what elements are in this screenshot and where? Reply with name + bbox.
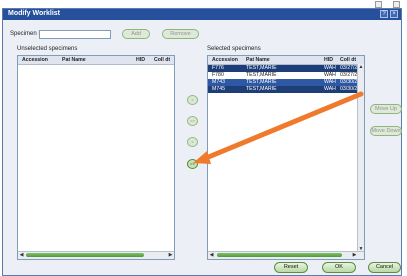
title-bar: Modify Worklist ? × <box>3 9 401 20</box>
move-left-icon[interactable]: < <box>187 137 198 147</box>
cell-pat-name: TEST,MARIE <box>246 65 277 71</box>
scroll-left-icon[interactable]: ◀ <box>209 252 214 258</box>
cell-hid: WAH <box>324 65 336 71</box>
move-up-button[interactable]: Move Up <box>370 104 402 114</box>
selected-specimens-list[interactable]: Accession Pat Name HID Coll dt F776 TEST… <box>207 55 365 260</box>
cell-pat-name: TEST,MARIE <box>246 72 277 78</box>
dialog-title: Modify Worklist <box>8 10 60 17</box>
cell-pat-name: TEST,MARIE <box>246 86 277 92</box>
column-header-coll-dt[interactable]: Coll dt <box>340 57 356 63</box>
cell-accession: F776 <box>212 65 224 71</box>
selected-horizontal-scrollbar[interactable]: ◀ ▶ <box>208 251 364 259</box>
table-row[interactable]: M743 TEST,MARIE WAH 03/30/20 <box>208 79 364 86</box>
selected-vertical-scrollbar[interactable]: ▲ ▼ <box>357 64 364 252</box>
scroll-right-icon[interactable]: ▶ <box>168 252 173 258</box>
cell-accession: F780 <box>212 72 224 78</box>
move-right-icon[interactable]: > <box>187 95 198 105</box>
column-header-hid[interactable]: HID <box>324 57 333 63</box>
remove-button[interactable]: Remove <box>162 29 199 39</box>
scrollbar-thumb[interactable] <box>217 253 342 257</box>
cell-hid: WAH <box>324 72 336 78</box>
cell-hid: WAH <box>324 86 336 92</box>
move-all-left-icon[interactable]: << <box>187 159 198 169</box>
column-header-accession[interactable]: Accession <box>212 57 238 63</box>
cell-accession: M745 <box>212 86 225 92</box>
move-all-right-icon[interactable]: >> <box>187 116 198 126</box>
background-window-button <box>393 1 400 8</box>
reset-button[interactable]: Reset <box>274 262 308 273</box>
specimen-id-input[interactable] <box>39 30 111 39</box>
column-header-accession[interactable]: Accession <box>22 57 48 63</box>
close-icon[interactable]: × <box>390 10 398 18</box>
background-window-strip <box>0 0 407 8</box>
add-button[interactable]: Add <box>122 29 150 39</box>
modify-worklist-dialog: Modify Worklist ? × Specimen ID Add Remo… <box>2 8 402 276</box>
table-row[interactable]: F780 TEST,MARIE WAH 03/27/20 <box>208 72 364 79</box>
column-header-coll-dt[interactable]: Coll dt <box>154 57 170 63</box>
unselected-horizontal-scrollbar[interactable]: ◀ ▶ <box>18 251 174 259</box>
cell-accession: M743 <box>212 79 225 85</box>
unselected-specimens-list[interactable]: Accession Pat Name HID Coll dt ◀ ▶ <box>17 55 175 260</box>
selected-specimens-label: Selected specimens <box>207 46 261 52</box>
column-header-pat-name[interactable]: Pat Name <box>246 57 270 63</box>
column-header-pat-name[interactable]: Pat Name <box>62 57 86 63</box>
column-header-hid[interactable]: HID <box>136 57 145 63</box>
scrollbar-thumb[interactable] <box>26 253 144 257</box>
table-row[interactable]: F776 TEST,MARIE WAH 03/27/20 <box>208 65 364 72</box>
help-icon[interactable]: ? <box>380 10 388 18</box>
scroll-up-icon[interactable]: ▲ <box>358 64 364 70</box>
cancel-button[interactable]: Cancel <box>368 262 401 273</box>
scroll-left-icon[interactable]: ◀ <box>19 252 24 258</box>
background-window-button <box>375 1 382 8</box>
cell-hid: WAH <box>324 79 336 85</box>
table-row[interactable]: M745 TEST,MARIE WAH 03/30/20 <box>208 86 364 93</box>
unselected-list-header: Accession Pat Name HID Coll dt <box>18 56 174 65</box>
ok-button[interactable]: OK <box>322 262 356 273</box>
scroll-right-icon[interactable]: ▶ <box>352 252 357 258</box>
move-down-button[interactable]: Move Down <box>370 126 402 136</box>
unselected-specimens-label: Unselected specimens <box>17 46 78 52</box>
selected-list-header: Accession Pat Name HID Coll dt <box>208 56 364 65</box>
cell-pat-name: TEST,MARIE <box>246 79 277 85</box>
